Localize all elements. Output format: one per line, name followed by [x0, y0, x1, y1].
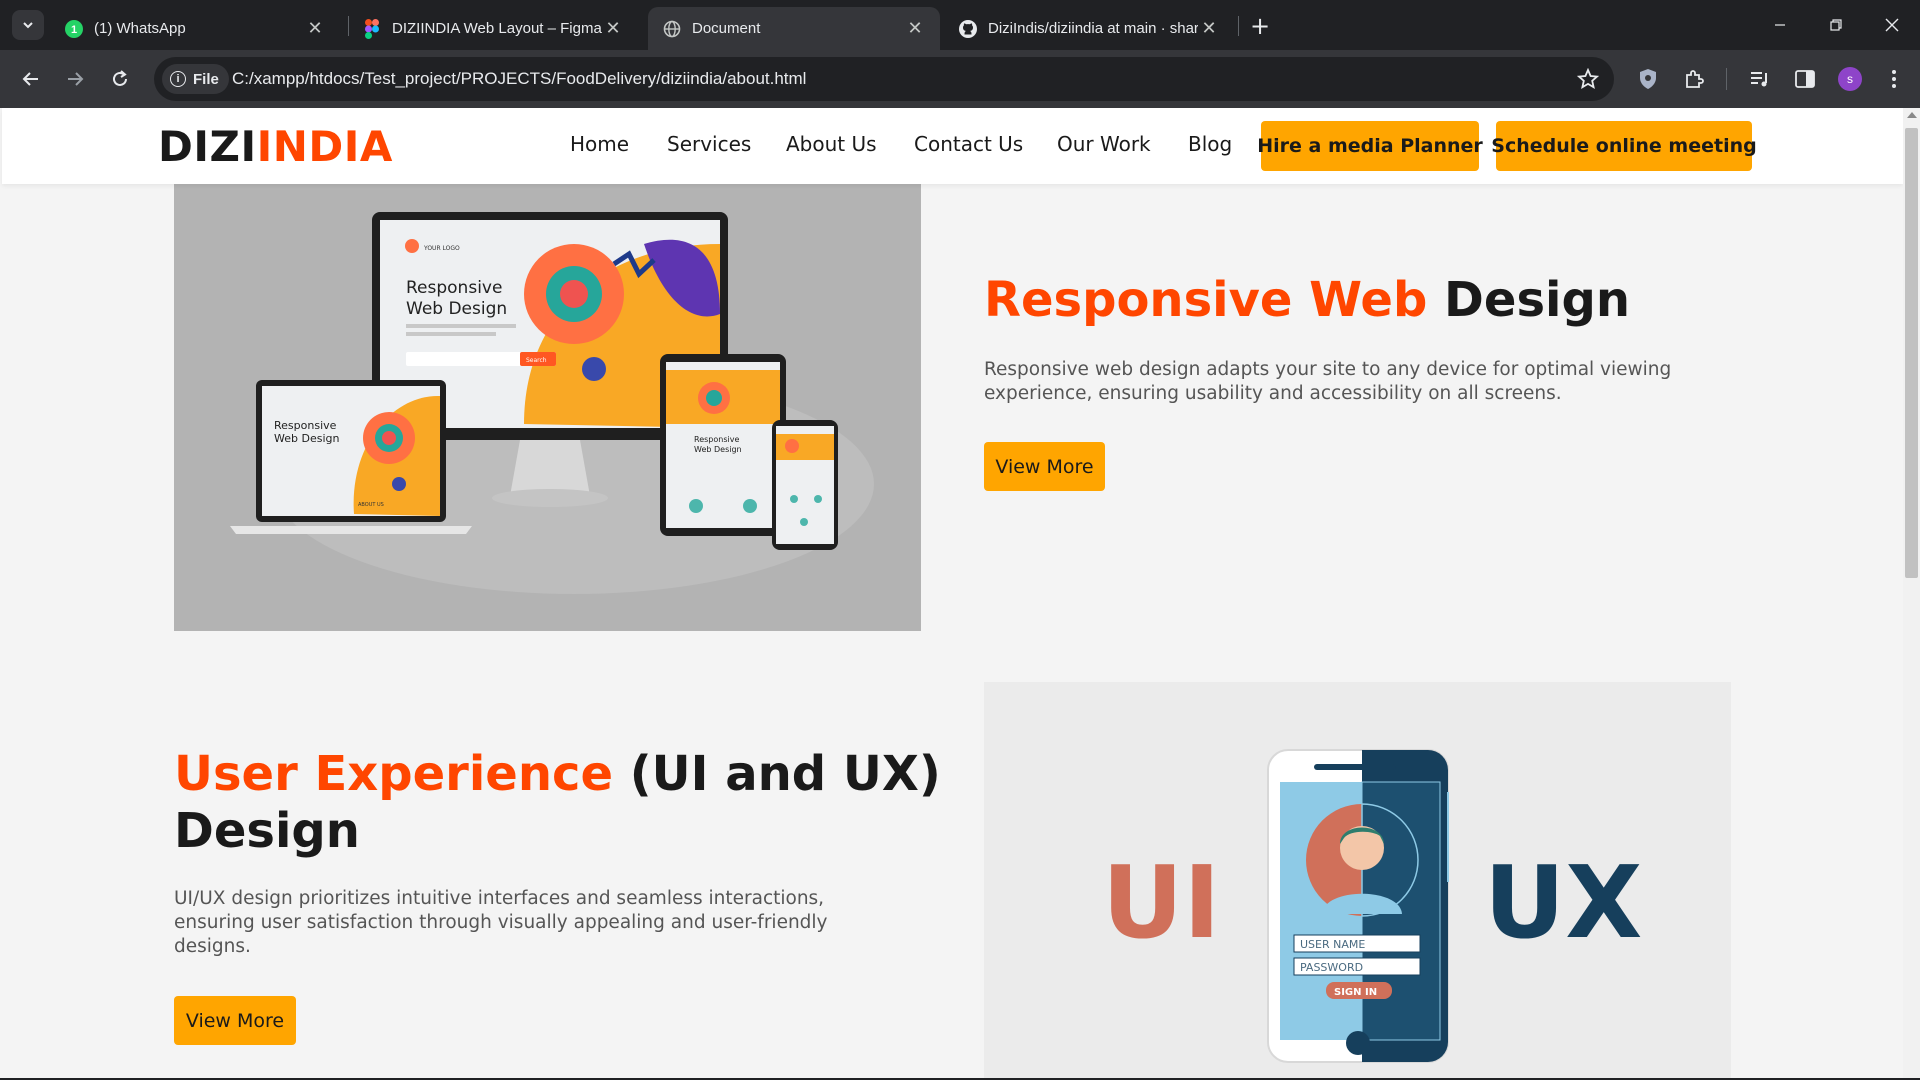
- ui-ux-image: UI UX USER NAME PASSWORD SIGN IN: [984, 682, 1731, 1080]
- media-control-icon[interactable]: [1743, 62, 1777, 96]
- kebab-menu-icon[interactable]: [1877, 62, 1911, 96]
- profile-avatar[interactable]: s: [1838, 67, 1862, 91]
- heading-rest: Design: [1427, 272, 1630, 328]
- tab-divider: [1238, 16, 1239, 36]
- figma-icon: [362, 18, 382, 39]
- svg-text:UI: UI: [1102, 844, 1220, 961]
- heading-accent: Responsive Web: [984, 272, 1428, 328]
- tab-strip: 1 (1) WhatsApp ✕ DIZIINDIA Web Layout – …: [0, 0, 1920, 50]
- toolbar-divider: [1726, 68, 1727, 90]
- chevron-down-icon: [23, 22, 33, 29]
- close-icon[interactable]: ✕: [904, 18, 926, 40]
- site-logo[interactable]: DIZIINDIA: [158, 122, 393, 171]
- svg-text:PASSWORD: PASSWORD: [1300, 961, 1363, 974]
- nav-our-work[interactable]: Our Work: [1057, 132, 1151, 156]
- minimize-icon: [1775, 24, 1785, 26]
- heading-line2: Design: [174, 803, 360, 859]
- section-description-responsive: Responsive web design adapts your site t…: [984, 359, 1672, 404]
- address-bar[interactable]: i File C:/xampp/htdocs/Test_project/PROJ…: [154, 57, 1614, 101]
- heading-rest: (UI and UX): [613, 746, 941, 802]
- info-icon: i: [170, 71, 186, 87]
- svg-text:Web Design: Web Design: [406, 299, 507, 319]
- responsive-design-image: YOUR LOGO Responsive Web Design Search R…: [174, 184, 921, 631]
- nav-blog[interactable]: Blog: [1188, 132, 1232, 156]
- site-info-label: File: [193, 70, 219, 88]
- svg-text:YOUR LOGO: YOUR LOGO: [423, 245, 460, 252]
- side-panel-icon[interactable]: [1788, 62, 1822, 96]
- svg-text:SIGN IN: SIGN IN: [1334, 987, 1377, 998]
- page-scrollbar[interactable]: [1903, 108, 1920, 1080]
- svg-text:Responsive: Responsive: [274, 419, 337, 432]
- minimize-button[interactable]: [1752, 0, 1808, 50]
- site-header: DIZIINDIA Home Services About Us Contact…: [2, 108, 1903, 184]
- bookmark-star-icon[interactable]: [1576, 67, 1600, 91]
- svg-text:ABOUT US: ABOUT US: [358, 502, 384, 508]
- arrow-right-icon: [68, 72, 84, 86]
- page-viewport: YOUR LOGO Responsive Web Design Search R…: [0, 108, 1920, 1080]
- tab-label: Document: [692, 20, 761, 37]
- section-heading-uiux: User Experience (UI and UX) Design: [174, 746, 941, 860]
- github-icon: [958, 19, 978, 39]
- site-info-chip[interactable]: i File: [162, 64, 229, 94]
- close-icon[interactable]: ✕: [602, 18, 624, 40]
- nav-home[interactable]: Home: [570, 132, 629, 156]
- logo-part-dizi: DIZI: [158, 122, 257, 171]
- tab-label: DiziIndis/diziindia at main · shar: [988, 20, 1198, 37]
- back-button[interactable]: [14, 62, 48, 96]
- heading-accent: User Experience: [174, 746, 614, 802]
- svg-text:UX: UX: [1484, 844, 1642, 961]
- svg-text:Web Design: Web Design: [274, 432, 339, 445]
- close-icon[interactable]: ✕: [304, 18, 326, 40]
- globe-icon: [662, 19, 682, 39]
- tab-github[interactable]: DiziIndis/diziindia at main · shar ✕: [944, 7, 1234, 50]
- browser-toolbar: i File C:/xampp/htdocs/Test_project/PROJ…: [0, 50, 1920, 108]
- svg-text:Responsive: Responsive: [694, 435, 739, 444]
- svg-text:Responsive: Responsive: [406, 278, 502, 298]
- close-icon: [1885, 18, 1899, 32]
- new-tab-button[interactable]: +: [1246, 12, 1274, 40]
- extensions-puzzle-icon[interactable]: [1677, 62, 1711, 96]
- logo-part-india: INDIA: [256, 122, 393, 171]
- reload-button[interactable]: [103, 62, 137, 96]
- scroll-up-arrow-icon[interactable]: [1907, 112, 1917, 118]
- section-heading-responsive: Responsive Web Design: [984, 272, 1630, 328]
- svg-text:USER NAME: USER NAME: [1300, 938, 1365, 951]
- hire-media-planner-button[interactable]: Hire a media Planner: [1257, 121, 1483, 171]
- tab-label: (1) WhatsApp: [94, 20, 186, 37]
- svg-text:Search: Search: [526, 357, 547, 364]
- nav-contact-us[interactable]: Contact Us: [914, 132, 1023, 156]
- nav-about-us[interactable]: About Us: [786, 132, 877, 156]
- tab-figma[interactable]: DIZIINDIA Web Layout – Figma ✕: [348, 7, 638, 50]
- schedule-meeting-button[interactable]: Schedule online meeting: [1491, 121, 1757, 171]
- shield-extension-icon[interactable]: [1631, 62, 1665, 96]
- scrollbar-thumb[interactable]: [1905, 128, 1918, 578]
- forward-button[interactable]: [58, 62, 92, 96]
- nav-services[interactable]: Services: [667, 132, 751, 156]
- svg-text:1: 1: [71, 24, 77, 36]
- view-more-button-uiux[interactable]: View More: [174, 996, 296, 1045]
- tab-search-button[interactable]: [12, 10, 44, 40]
- close-icon[interactable]: ✕: [1198, 18, 1220, 40]
- url-text: C:/xampp/htdocs/Test_project/PROJECTS/Fo…: [232, 69, 807, 88]
- whatsapp-icon: 1: [64, 19, 84, 39]
- restore-icon: [1830, 19, 1842, 31]
- tab-whatsapp[interactable]: 1 (1) WhatsApp ✕: [50, 7, 340, 50]
- restore-button[interactable]: [1808, 0, 1864, 50]
- tab-document[interactable]: Document ✕: [648, 7, 940, 50]
- tab-label: DIZIINDIA Web Layout – Figma: [392, 20, 602, 37]
- reload-icon: [113, 70, 127, 86]
- section-description-uiux: UI/UX design prioritizes intuitive inter…: [174, 888, 828, 957]
- svg-text:Web Design: Web Design: [694, 445, 742, 454]
- window-close-button[interactable]: [1864, 0, 1920, 50]
- view-more-button-responsive[interactable]: View More: [984, 442, 1105, 491]
- arrow-left-icon: [22, 72, 38, 86]
